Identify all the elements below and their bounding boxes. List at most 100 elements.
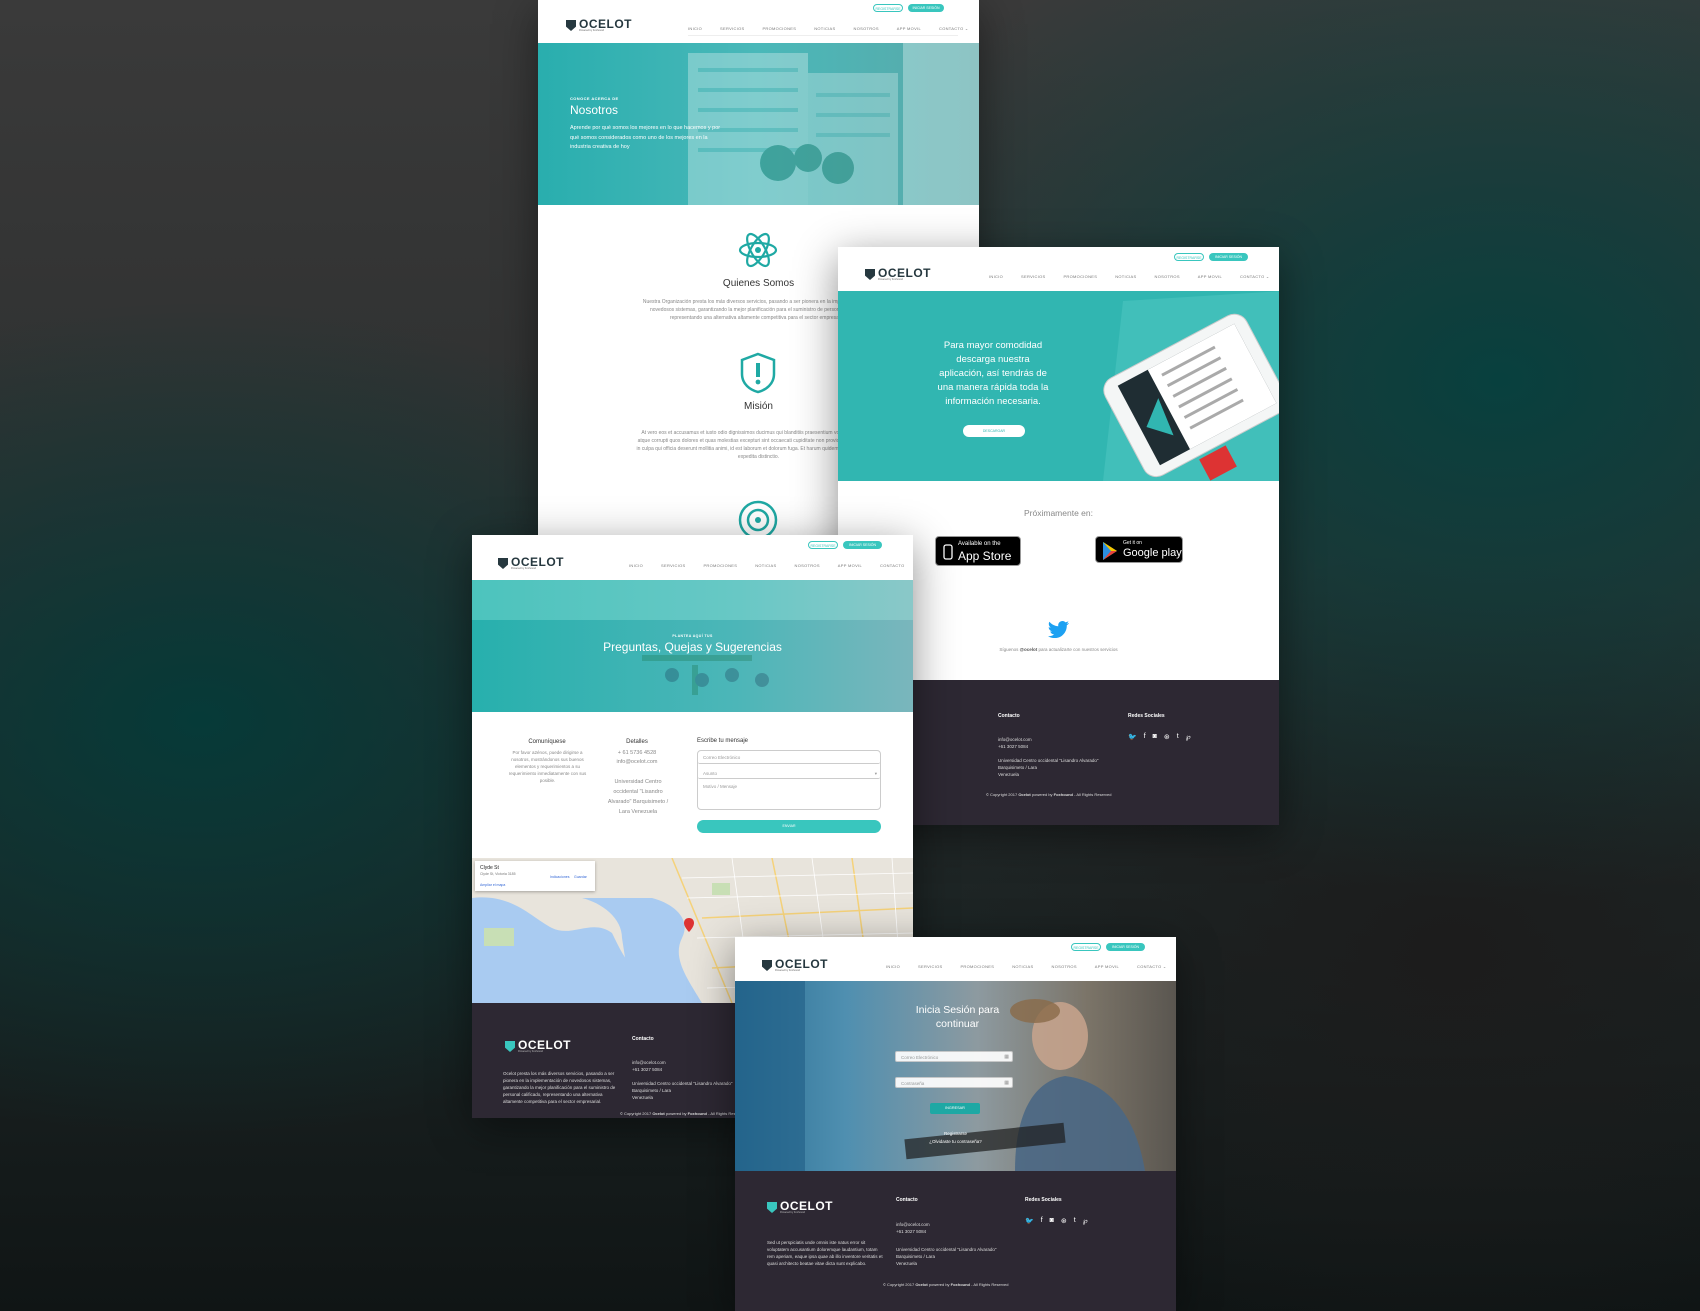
footer-phone: +61 3027 5084: [632, 1067, 663, 1072]
lock-icon: ▦: [1004, 1080, 1009, 1086]
main-nav: INICIO SERVICIOS PROMOCIONES NOTICIAS NO…: [629, 563, 904, 568]
footer-email[interactable]: info@ocelot.com: [896, 1221, 930, 1228]
login-page: REGISTRARSE INICIAR SESIÓN OCELOT Powered…: [735, 937, 1176, 1311]
login-email-field[interactable]: Correo Electrónico ▦: [895, 1051, 1013, 1062]
dribbble-icon[interactable]: ⊛: [1164, 733, 1170, 741]
app-store-badge[interactable]: Available on the App Store: [935, 536, 1021, 566]
map-directions-link[interactable]: Indicaciones: [550, 875, 569, 879]
nav-inicio[interactable]: INICIO: [688, 26, 702, 31]
phone-mockup: [1103, 291, 1279, 481]
instagram-icon[interactable]: ◙: [1050, 1217, 1054, 1225]
coming-soon-label: Próximamente en:: [1024, 508, 1093, 518]
download-button[interactable]: DESCARGAR: [963, 425, 1025, 437]
site-footer: OCELOT Powered by Foxhound Sed ut perspic…: [735, 1171, 1176, 1311]
nav-promociones[interactable]: PROMOCIONES: [960, 964, 994, 969]
facebook-icon[interactable]: f: [1041, 1217, 1043, 1225]
nav-promociones[interactable]: PROMOCIONES: [762, 26, 796, 31]
contact-address: Universidad Centro occidental "Lisandro …: [607, 779, 669, 815]
nav-inicio[interactable]: INICIO: [629, 563, 643, 568]
register-link[interactable]: Registrarse: [735, 1131, 1176, 1136]
nav-servicios[interactable]: SERVICIOS: [1021, 274, 1045, 279]
login-submit-button[interactable]: INGRESAR: [930, 1103, 980, 1114]
nav-contacto[interactable]: CONTACTO: [880, 563, 904, 568]
footer-addr1: Universidad Centro occidental "Lisandro …: [998, 758, 1099, 763]
login-button[interactable]: INICIAR SESIÓN: [1106, 943, 1145, 951]
site-logo[interactable]: OCELOT Powered by Foxhound: [865, 267, 931, 281]
site-logo[interactable]: OCELOT Powered by Foxhound: [566, 18, 632, 32]
footer-about: Sed ut perspiciatis unde omnis iste natu…: [767, 1240, 883, 1266]
contact-phone[interactable]: + 61 5736 4528: [602, 749, 672, 757]
nav-nosotros[interactable]: NOSOTROS: [795, 563, 820, 568]
nav-nosotros[interactable]: NOSOTROS: [854, 26, 879, 31]
nav-promociones[interactable]: PROMOCIONES: [703, 563, 737, 568]
footer-about: Ocelot presta los más diversos servicios…: [503, 1071, 616, 1104]
nav-contacto[interactable]: CONTACTO ⌄: [939, 26, 969, 31]
site-logo[interactable]: OCELOT Powered by Foxhound: [498, 556, 564, 570]
social-links: 🐦 f ◙ ⊛ t ℘: [1128, 733, 1191, 741]
subject-select[interactable]: Asunto ▾: [698, 768, 880, 779]
twitter-icon[interactable]: 🐦: [1128, 733, 1137, 741]
nav-contacto[interactable]: CONTACTO ⌄: [1137, 964, 1167, 969]
register-button[interactable]: REGISTRARSE: [873, 4, 903, 12]
atom-icon: [738, 232, 778, 268]
pinterest-icon[interactable]: ℘: [1186, 733, 1191, 741]
footer-addr2: Barquisimeto / Lara: [632, 1088, 672, 1093]
login-password-field[interactable]: Contraseña ▦: [895, 1077, 1013, 1088]
nav-noticias[interactable]: NOTICIAS: [755, 563, 776, 568]
footer-contact-title: Contacto: [896, 1197, 918, 1203]
tumblr-icon[interactable]: t: [1177, 733, 1179, 741]
footer-addr1: Universidad Centro occidental "Lisandro …: [632, 1081, 733, 1086]
contact-email[interactable]: info@ocelot.com: [602, 758, 672, 766]
dribbble-icon[interactable]: ⊛: [1061, 1217, 1067, 1225]
nav-app-movil[interactable]: APP MOVIL: [1198, 274, 1222, 279]
site-header: REGISTRARSE INICIAR SESIÓN OCELOT Powered…: [735, 937, 1176, 981]
nav-promociones[interactable]: PROMOCIONES: [1063, 274, 1097, 279]
nav-noticias[interactable]: NOTICIAS: [1115, 274, 1136, 279]
google-play-badge[interactable]: Get it on Google play: [1095, 536, 1183, 563]
nav-noticias[interactable]: NOTICIAS: [814, 26, 835, 31]
register-button[interactable]: REGISTRARSE: [1174, 253, 1204, 261]
site-header: REGISTRARSE INICIAR SESIÓN OCELOT Powered…: [838, 247, 1279, 291]
register-button[interactable]: REGISTRARSE: [1071, 943, 1101, 951]
site-logo[interactable]: OCELOT Powered by Foxhound: [762, 958, 828, 972]
message-field[interactable]: Motivo / Mensaje: [698, 781, 880, 809]
nav-servicios[interactable]: SERVICIOS: [661, 563, 685, 568]
twitter-icon[interactable]: 🐦: [1025, 1217, 1034, 1225]
footer-logo[interactable]: OCELOT Powered by Foxhound: [505, 1039, 571, 1053]
contact-form: Correo Electrónico Asunto ▾ Motivo / Mens…: [697, 750, 881, 810]
nav-app-movil[interactable]: APP MOVIL: [897, 26, 921, 31]
col-communicate-text: Por favor a2énos, puede dirigirse a noso…: [508, 750, 587, 783]
nav-app-movil[interactable]: APP MOVIL: [838, 563, 862, 568]
login-button[interactable]: INICIAR SESIÓN: [1209, 253, 1248, 261]
map-enlarge-link[interactable]: Ampliar el mapa: [480, 883, 505, 887]
footer-email[interactable]: info@ocelot.com: [998, 736, 1032, 743]
shield-logo-icon: [566, 20, 576, 31]
login-button[interactable]: INICIAR SESIÓN: [908, 4, 944, 12]
nav-nosotros[interactable]: NOSOTROS: [1052, 964, 1077, 969]
pinterest-icon[interactable]: ℘: [1083, 1217, 1088, 1225]
tumblr-icon[interactable]: t: [1074, 1217, 1076, 1225]
register-button[interactable]: REGISTRARSE: [808, 541, 838, 549]
nav-nosotros[interactable]: NOSOTROS: [1155, 274, 1180, 279]
forgot-password-link[interactable]: ¿Olvidaste tu contraseña?: [735, 1139, 1176, 1144]
email-field[interactable]: Correo Electrónico: [698, 751, 880, 764]
facebook-icon[interactable]: f: [1144, 733, 1146, 741]
about-hero: CONOCE ACERCA DE Nosotros Aprende por qu…: [538, 43, 979, 205]
login-button[interactable]: INICIAR SESIÓN: [843, 541, 882, 549]
nav-servicios[interactable]: SERVICIOS: [720, 26, 744, 31]
twitter-bird-icon[interactable]: [1048, 620, 1070, 638]
footer-logo[interactable]: OCELOT Powered by Foxhound: [767, 1200, 833, 1214]
hero-eyebrow: PLANTEA AQUÍ TUS: [672, 634, 713, 638]
nav-inicio[interactable]: INICIO: [886, 964, 900, 969]
send-button[interactable]: ENVIAR: [697, 820, 881, 833]
nav-noticias[interactable]: NOTICIAS: [1012, 964, 1033, 969]
nav-app-movil[interactable]: APP MOVIL: [1095, 964, 1119, 969]
social-links: 🐦 f ◙ ⊛ t ℘: [1025, 1217, 1088, 1225]
map-save-link[interactable]: Guardar: [574, 875, 587, 879]
footer-email[interactable]: info@ocelot.com: [632, 1059, 666, 1066]
footer-addr3: Venezuela: [632, 1095, 654, 1100]
nav-contacto[interactable]: CONTACTO ⌄: [1240, 274, 1270, 279]
nav-servicios[interactable]: SERVICIOS: [918, 964, 942, 969]
nav-inicio[interactable]: INICIO: [989, 274, 1003, 279]
instagram-icon[interactable]: ◙: [1153, 733, 1157, 741]
